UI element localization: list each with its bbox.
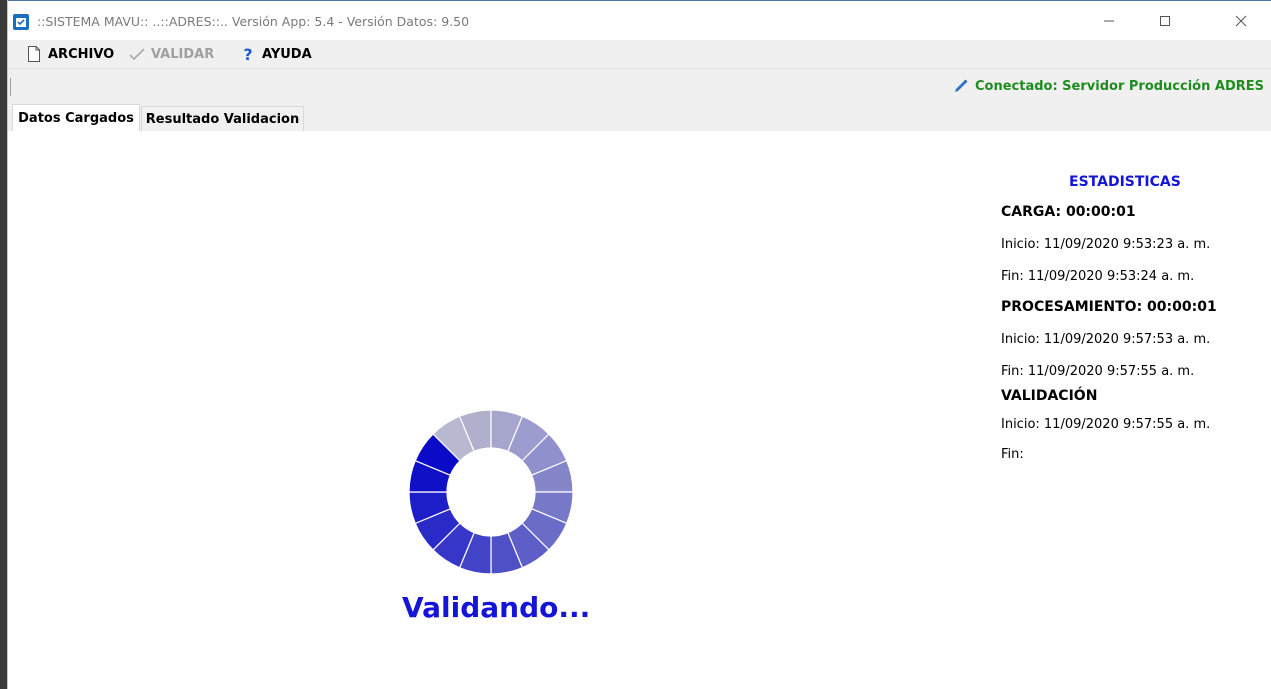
menu-bar: ARCHIVO VALIDAR ? AYUDA bbox=[8, 40, 1271, 68]
menu-archivo-label: ARCHIVO bbox=[48, 46, 115, 62]
procesamiento-inicio: Inicio: 11/09/2020 9:57:53 a. m. bbox=[1001, 332, 1211, 347]
connection-status: Conectado: Servidor Producción ADRES bbox=[953, 78, 1264, 94]
loading-spinner bbox=[408, 409, 574, 575]
tab-resultado-validacion[interactable]: Resultado Validacion bbox=[141, 106, 304, 131]
validacion-fin: Fin: bbox=[1001, 447, 1024, 462]
tab-strip: Datos Cargados Resultado Validacion bbox=[8, 104, 1271, 132]
menu-validar[interactable]: VALIDAR bbox=[129, 40, 214, 68]
minimize-button[interactable] bbox=[1086, 1, 1132, 41]
tab-content: Validando... ESTADISTICAS CARGA: 00:00:0… bbox=[8, 131, 1271, 689]
maximize-button[interactable] bbox=[1142, 1, 1188, 41]
tab-datos-cargados[interactable]: Datos Cargados bbox=[12, 104, 140, 132]
question-icon: ? bbox=[243, 44, 253, 64]
tab-resultado-validacion-label: Resultado Validacion bbox=[145, 111, 300, 127]
desktop-edge bbox=[0, 0, 7, 689]
pen-icon bbox=[953, 78, 969, 94]
menu-ayuda[interactable]: ? AYUDA bbox=[240, 40, 312, 68]
stats-title: ESTADISTICAS bbox=[1069, 174, 1181, 190]
minimize-icon bbox=[1104, 20, 1114, 22]
check-icon bbox=[129, 46, 145, 62]
maximize-icon bbox=[1160, 16, 1170, 26]
validacion-inicio: Inicio: 11/09/2020 9:57:55 a. m. bbox=[1001, 417, 1211, 432]
procesamiento-header: PROCESAMIENTO: 00:00:01 bbox=[1001, 299, 1217, 315]
app-window: ::SISTEMA MAVU:: ..::ADRES::.. Versión A… bbox=[7, 0, 1271, 689]
menu-ayuda-label: AYUDA bbox=[262, 46, 312, 62]
app-icon bbox=[13, 14, 29, 30]
validacion-header: VALIDACIÓN bbox=[1001, 388, 1098, 404]
tab-datos-cargados-label: Datos Cargados bbox=[18, 111, 134, 126]
strip-grip bbox=[10, 78, 11, 96]
title-bar[interactable]: ::SISTEMA MAVU:: ..::ADRES::.. Versión A… bbox=[8, 0, 1271, 41]
close-icon bbox=[1235, 15, 1247, 27]
carga-fin: Fin: 11/09/2020 9:53:24 a. m. bbox=[1001, 269, 1195, 284]
status-strip: Conectado: Servidor Producción ADRES bbox=[8, 68, 1271, 105]
menu-archivo[interactable]: ARCHIVO bbox=[26, 40, 114, 68]
procesamiento-fin: Fin: 11/09/2020 9:57:55 a. m. bbox=[1001, 364, 1195, 379]
menu-validar-label: VALIDAR bbox=[151, 46, 215, 62]
file-icon bbox=[26, 46, 42, 62]
close-button[interactable] bbox=[1218, 1, 1264, 41]
window-title: ::SISTEMA MAVU:: ..::ADRES::.. Versión A… bbox=[37, 14, 470, 29]
carga-inicio: Inicio: 11/09/2020 9:53:23 a. m. bbox=[1001, 237, 1211, 252]
loading-text: Validando... bbox=[402, 591, 591, 624]
connection-status-label: Conectado: Servidor Producción ADRES bbox=[974, 78, 1264, 94]
carga-header: CARGA: 00:00:01 bbox=[1001, 204, 1136, 220]
